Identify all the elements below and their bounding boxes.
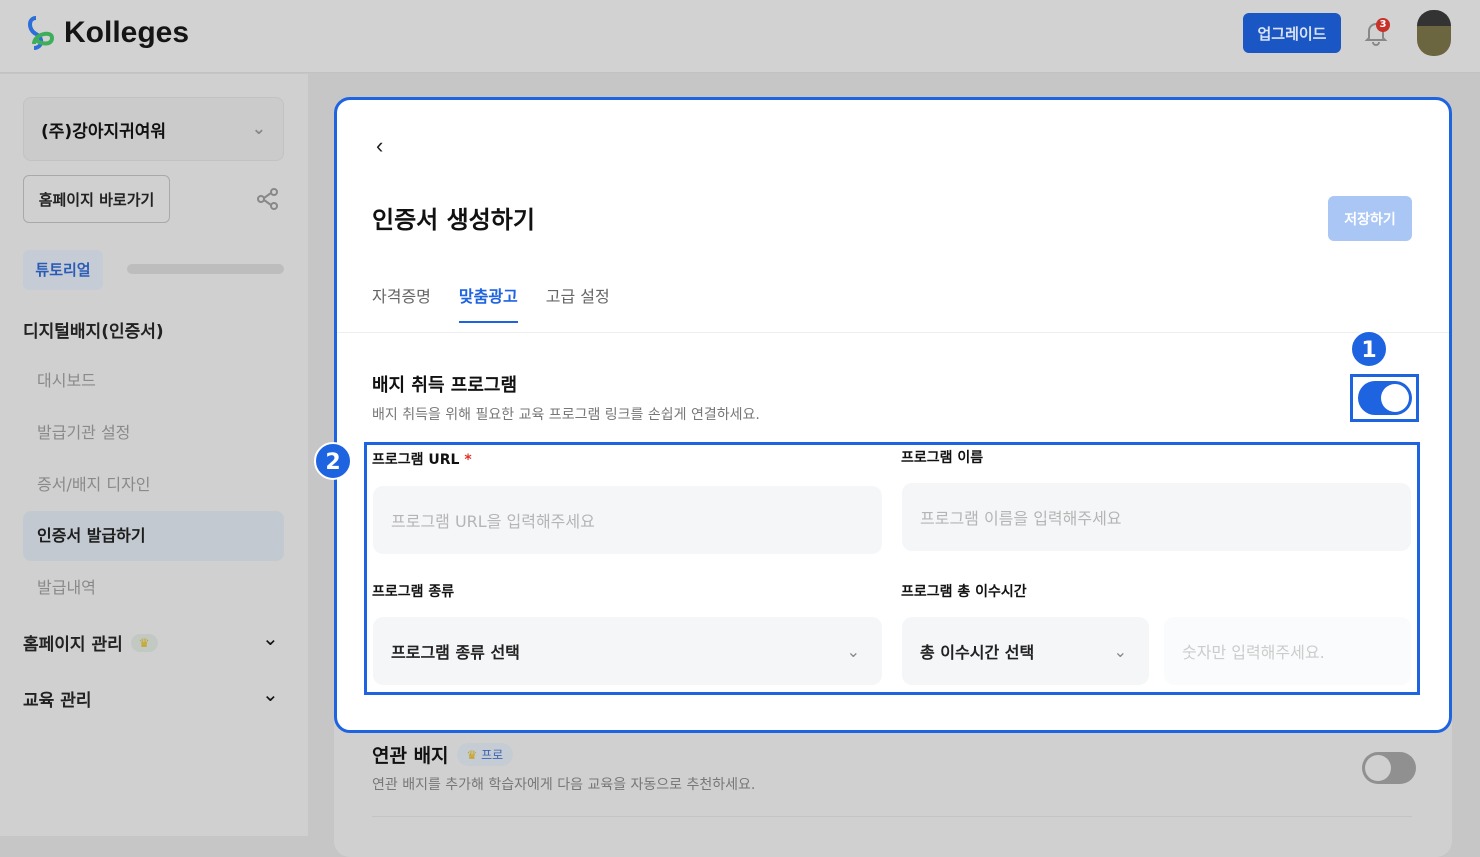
badge-program-toggle[interactable] (1358, 381, 1412, 415)
related-badge-toggle[interactable] (1362, 752, 1416, 784)
chevron-down-icon: ⌄ (1113, 641, 1127, 661)
program-type-label: 프로그램 종류 (372, 584, 455, 600)
chevron-down-icon[interactable]: ⌄ (262, 626, 279, 650)
required-mark: * (464, 452, 472, 468)
section-digital-badge[interactable]: 디지털배지(인증서) (23, 317, 164, 342)
org-name: (주)강아지귀여워 (41, 121, 167, 142)
chevron-down-icon: ⌄ (251, 119, 266, 139)
sidebar: (주)강아지귀여워 ⌄ 홈페이지 바로가기 튜토리얼 디지털배지(인증서) 대시보… (0, 74, 308, 836)
placeholder: 숫자만 입력해주세요. (1182, 643, 1325, 662)
logo[interactable]: Kolleges (24, 14, 189, 52)
selected-value: 총 이수시간 선택 (920, 643, 1035, 662)
chevron-down-icon[interactable]: ⌄ (262, 682, 279, 706)
crown-icon: ♛ (466, 748, 478, 762)
callout-1: 1 (1350, 330, 1388, 368)
homepage-button[interactable]: 홈페이지 바로가기 (23, 175, 170, 223)
brand-name: Kolleges (64, 16, 190, 49)
sidebar-item-homepage-mgmt[interactable]: 홈페이지 관리 ♛ (23, 630, 158, 655)
share-icon[interactable] (256, 187, 280, 211)
tab-advanced[interactable]: 고급 설정 (546, 283, 610, 323)
sidebar-item-design[interactable]: 증서/배지 디자인 (23, 460, 284, 510)
program-url-label: 프로그램 URL * (372, 449, 472, 469)
placeholder: 프로그램 URL을 입력해주세요 (391, 512, 595, 531)
divider (372, 816, 1412, 817)
badge-program-title: 배지 취득 프로그램 (372, 375, 518, 396)
tutorial-button[interactable]: 튜토리얼 (23, 250, 103, 290)
sidebar-item-history[interactable]: 발급내역 (23, 563, 284, 613)
sidebar-item-dashboard[interactable]: 대시보드 (23, 356, 284, 406)
pro-label: 프로 (481, 748, 504, 762)
program-url-input[interactable]: 프로그램 URL을 입력해주세요 (373, 486, 882, 554)
crown-icon: ♛ (130, 633, 158, 652)
label: 홈페이지 관리 (23, 635, 123, 655)
badge-program-desc: 배지 취득을 위해 필요한 교육 프로그램 링크를 손쉽게 연결하세요. (372, 407, 760, 423)
tab-credential[interactable]: 자격증명 (372, 283, 431, 323)
program-name-input[interactable]: 프로그램 이름을 입력해주세요 (902, 483, 1411, 551)
program-hours-label: 프로그램 총 이수시간 (901, 584, 1027, 600)
selected-value: 프로그램 종류 선택 (391, 643, 520, 662)
tab-custom-ad[interactable]: 맞춤광고 (458, 283, 518, 323)
divider (337, 332, 1449, 333)
related-badge-desc: 연관 배지를 추가해 학습자에게 다음 교육을 자동으로 추천하세요. (372, 777, 756, 793)
chevron-down-icon: ⌄ (846, 641, 860, 661)
sidebar-item-edu-mgmt[interactable]: 교육 관리 (23, 686, 91, 711)
hours-number-input[interactable]: 숫자만 입력해주세요. (1164, 617, 1411, 685)
label: 프로그램 URL (372, 452, 460, 468)
pro-badge: ♛ 프로 (456, 743, 514, 766)
tabs: 자격증명 맞춤광고 고급 설정 (372, 283, 610, 323)
label: 연관 배지 (372, 745, 449, 767)
org-selector[interactable]: (주)강아지귀여워 ⌄ (23, 97, 284, 161)
program-name-label: 프로그램 이름 (901, 450, 984, 466)
sidebar-item-issue[interactable]: 인증서 발급하기 (23, 511, 284, 561)
placeholder: 프로그램 이름을 입력해주세요 (920, 509, 1122, 528)
upgrade-button[interactable]: 업그레이드 (1243, 13, 1341, 53)
notification-count: 3 (1376, 18, 1390, 32)
top-header: Kolleges 업그레이드 3 (0, 0, 1480, 73)
back-icon[interactable]: ‹ (376, 133, 383, 159)
save-button[interactable]: 저장하기 (1328, 196, 1412, 241)
hours-select[interactable]: 총 이수시간 선택 ⌄ (902, 617, 1149, 685)
avatar[interactable] (1417, 10, 1451, 56)
kolleges-logo-icon (28, 16, 55, 50)
callout-2: 2 (314, 442, 352, 480)
related-badge-title: 연관 배지 ♛ 프로 (372, 741, 514, 768)
tutorial-progress (127, 264, 284, 274)
program-type-select[interactable]: 프로그램 종류 선택 ⌄ (373, 617, 882, 685)
page-title: 인증서 생성하기 (372, 206, 535, 234)
sidebar-item-issuer-settings[interactable]: 발급기관 설정 (23, 408, 284, 458)
